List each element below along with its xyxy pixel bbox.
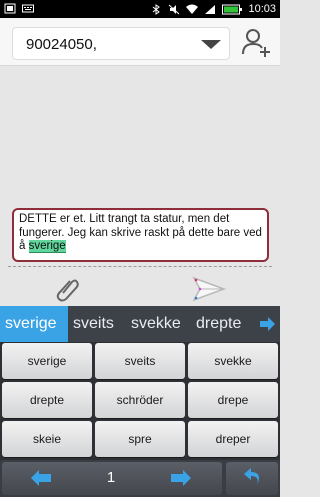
- keyboard: sverige sveits svekke drepte sverige sve…: [0, 306, 280, 497]
- composer: DETTE er et. Litt trangt ta statur, men …: [0, 204, 280, 306]
- mute-icon: [169, 4, 180, 14]
- recipient-field[interactable]: 90024050,: [12, 27, 230, 60]
- conversation-area: [0, 67, 280, 204]
- word-key[interactable]: skeie: [2, 421, 92, 457]
- composing-word: sverige: [28, 240, 66, 253]
- screenshot-icon: [4, 3, 16, 14]
- page-number: 1: [106, 469, 116, 486]
- add-contact-icon[interactable]: [240, 26, 272, 58]
- status-bar: 10:03: [0, 0, 280, 18]
- divider: [8, 266, 272, 267]
- suggestion-2[interactable]: sveits: [68, 306, 119, 342]
- wifi-icon: [186, 4, 199, 14]
- suggestion-3[interactable]: svekke: [126, 306, 186, 342]
- suggestion-4[interactable]: drepte: [191, 306, 246, 342]
- message-input[interactable]: DETTE er et. Litt trangt ta statur, men …: [12, 208, 269, 262]
- send-icon[interactable]: [188, 274, 228, 304]
- battery-icon: [222, 4, 243, 14]
- word-key[interactable]: drepe: [188, 382, 278, 418]
- suggestion-1[interactable]: sverige: [0, 306, 68, 342]
- keyboard-nav-bar: 1: [0, 460, 280, 497]
- recipient-value: 90024050,: [26, 36, 97, 53]
- arrow-right-icon[interactable]: [258, 315, 276, 333]
- word-key[interactable]: svekke: [188, 343, 278, 379]
- word-key[interactable]: schröder: [95, 382, 185, 418]
- word-key[interactable]: spre: [95, 421, 185, 457]
- suggestion-bar: sverige sveits svekke drepte: [0, 306, 280, 342]
- signal-icon: [205, 4, 216, 14]
- word-key[interactable]: drepte: [2, 382, 92, 418]
- bluetooth-icon: [153, 3, 161, 15]
- word-key[interactable]: sveits: [95, 343, 185, 379]
- clock: 10:03: [248, 3, 276, 15]
- recipient-header: 90024050,: [0, 18, 280, 66]
- chevron-down-icon[interactable]: [201, 40, 221, 49]
- word-key[interactable]: dreper: [188, 421, 278, 457]
- arrow-right-icon[interactable]: [170, 469, 192, 487]
- paperclip-icon[interactable]: [54, 274, 82, 302]
- keyboard-icon: [22, 4, 34, 13]
- undo-icon[interactable]: [242, 468, 262, 488]
- arrow-left-icon[interactable]: [30, 469, 52, 487]
- word-key[interactable]: sverige: [2, 343, 92, 379]
